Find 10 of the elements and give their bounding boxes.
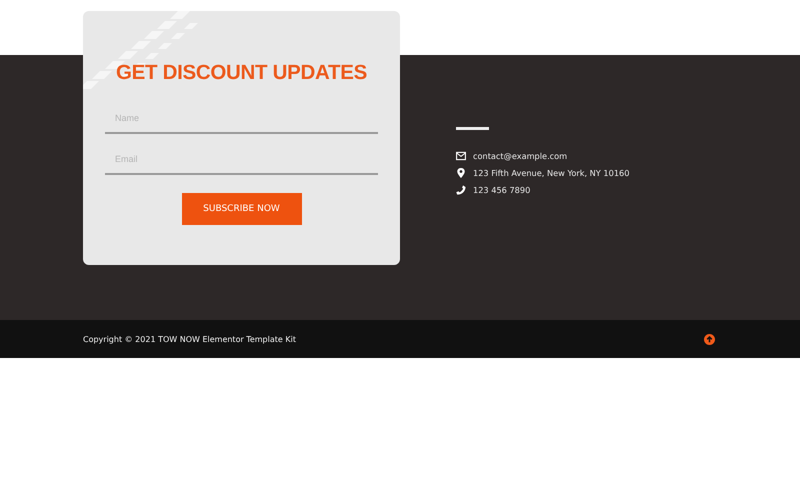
phone-icon: [456, 184, 466, 194]
envelope-icon: [456, 150, 466, 160]
copyright-text: Copyright © 2021 TOW NOW Elementor Template Kit: [83, 334, 296, 344]
contact-text: 123 Fifth Avenue, New York, NY 10160: [473, 168, 630, 178]
scroll-up-icon[interactable]: [704, 334, 715, 344]
newsletter-title: GET DISCOUNT UPDATES: [114, 61, 368, 85]
subscribe-button[interactable]: SUBSCRIBE NOW: [182, 193, 302, 225]
contact-text: contact@example.com: [473, 150, 568, 160]
contact-text: 123 456 7890: [473, 184, 530, 194]
map-pin-icon: [456, 168, 466, 178]
